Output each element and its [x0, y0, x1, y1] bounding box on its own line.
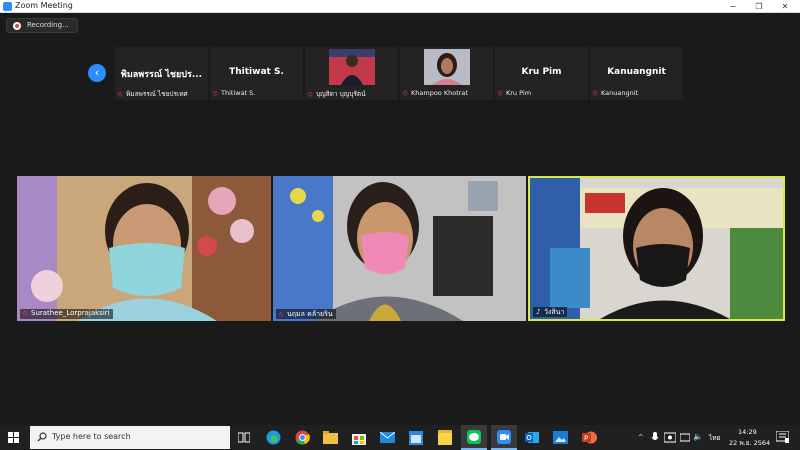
file-explorer-icon[interactable]	[323, 431, 338, 444]
window-title: Zoom Meeting	[15, 1, 73, 10]
participant-name: Kru Pim	[506, 89, 532, 97]
participant-tile[interactable]: พิมลพรรณ์ ไชยปร... ⦸ พิมลพรรณ์ ไชยปรเทศ	[115, 47, 208, 100]
maximize-button[interactable]: ❐	[746, 0, 772, 13]
participant-display-name: Thitiwat S.	[229, 67, 284, 77]
edge-icon[interactable]	[266, 430, 281, 445]
participant-tile[interactable]: Kru Pim ⦸ Kru Pim	[495, 47, 588, 100]
mic-muted-icon: ⦸	[498, 89, 503, 97]
previous-page-button[interactable]: ‹	[88, 64, 106, 82]
participant-photo	[329, 49, 375, 85]
windows-start-icon[interactable]	[8, 432, 19, 443]
participant-name: วังสินา	[544, 308, 565, 316]
active-speaker-video[interactable]: ♪ วังสินา	[528, 176, 785, 321]
mic-muted-icon: ⦸	[403, 89, 408, 97]
participant-video[interactable]: ⦸ นฤมล คล้ายริน	[273, 176, 526, 321]
title-bar: Zoom Meeting − ❐ ✕	[0, 0, 800, 13]
participant-name: พิมลพรรณ์ ไชยปรเทศ	[126, 90, 188, 98]
participant-name: บุญสิตา บุญบุรัตน์	[316, 90, 366, 98]
webcam-icon[interactable]	[664, 432, 676, 443]
mic-muted-icon: ⦸	[23, 309, 28, 317]
participant-photo	[424, 49, 470, 85]
participant-video[interactable]: ⦸ Surathee_Lorprajaksiri	[17, 176, 271, 321]
participant-name: นฤมล คล้ายริน	[287, 310, 333, 318]
show-hidden-icons-icon[interactable]: ^	[638, 433, 643, 441]
search-placeholder: Type here to search	[52, 432, 131, 441]
microphone-icon[interactable]	[651, 432, 659, 443]
clock-time[interactable]: 14:29	[738, 428, 757, 436]
svg-text:P: P	[584, 435, 588, 443]
participant-tile[interactable]: ⦸ บุญสิตา บุญบุรัตน์	[305, 47, 398, 100]
mic-muted-icon: ⦸	[308, 90, 313, 98]
participant-name: Khampoo Khotrat	[411, 89, 468, 97]
volume-icon[interactable]: 🔈	[693, 432, 703, 441]
participant-display-name: พิมลพรรณ์ ไชยปร...	[120, 70, 203, 80]
participant-name: Thitiwat S.	[221, 89, 256, 97]
task-view-icon[interactable]	[238, 432, 250, 443]
line-app-icon	[467, 430, 481, 444]
minimize-button[interactable]: −	[720, 0, 746, 13]
video-frame	[530, 178, 783, 319]
close-button[interactable]: ✕	[772, 0, 798, 13]
notifications-icon[interactable]	[776, 431, 789, 444]
mic-muted-icon: ⦸	[213, 89, 218, 97]
participant-tile[interactable]: ⦸ Khampoo Khotrat	[400, 47, 493, 100]
participant-display-name: Kanuangnit	[607, 67, 666, 77]
participant-name: Surathee_Lorprajaksiri	[31, 309, 110, 317]
line-taskbar-button[interactable]	[461, 425, 487, 450]
chrome-icon[interactable]	[295, 430, 310, 445]
video-frame	[273, 176, 526, 321]
outlook-icon[interactable]	[525, 430, 539, 445]
taskbar-search-input[interactable]: Type here to search	[30, 426, 230, 449]
mail-icon[interactable]	[380, 432, 395, 443]
video-frame	[17, 176, 271, 321]
input-language[interactable]: ไทย	[709, 433, 720, 443]
taskbar: Type here to search P ^ 🔈 ไทย 14:29 22 พ…	[0, 425, 800, 450]
mic-muted-icon: ⦸	[593, 89, 598, 97]
record-icon	[13, 22, 21, 30]
calendar-icon[interactable]	[409, 430, 423, 445]
store-icon[interactable]	[352, 430, 366, 445]
mic-on-icon: ♪	[536, 308, 541, 316]
powerpoint-icon[interactable]: P	[582, 430, 597, 445]
search-icon	[37, 432, 47, 442]
photos-icon[interactable]	[553, 430, 568, 445]
zoom-app-icon	[3, 2, 12, 11]
clock-date[interactable]: 22 พ.ย. 2564	[729, 438, 770, 448]
participant-name: Kanuangnit	[601, 89, 639, 97]
recording-label: Recording...	[27, 21, 69, 29]
zoom-taskbar-button[interactable]	[491, 425, 517, 450]
sticky-notes-icon[interactable]	[438, 430, 452, 445]
recording-indicator[interactable]: Recording...	[6, 18, 78, 33]
mic-muted-icon: ⦸	[118, 90, 123, 98]
network-icon[interactable]	[680, 433, 690, 442]
zoom-window: Zoom Meeting − ❐ ✕ Recording... ‹ พิมลพร…	[0, 0, 800, 424]
participant-display-name: Kru Pim	[521, 67, 562, 77]
zoom-app-icon	[497, 430, 511, 444]
participant-tile[interactable]: Kanuangnit ⦸ Kanuangnit	[590, 47, 683, 100]
mic-muted-icon: ⦸	[279, 310, 284, 318]
participant-tile[interactable]: Thitiwat S. ⦸ Thitiwat S.	[210, 47, 303, 100]
